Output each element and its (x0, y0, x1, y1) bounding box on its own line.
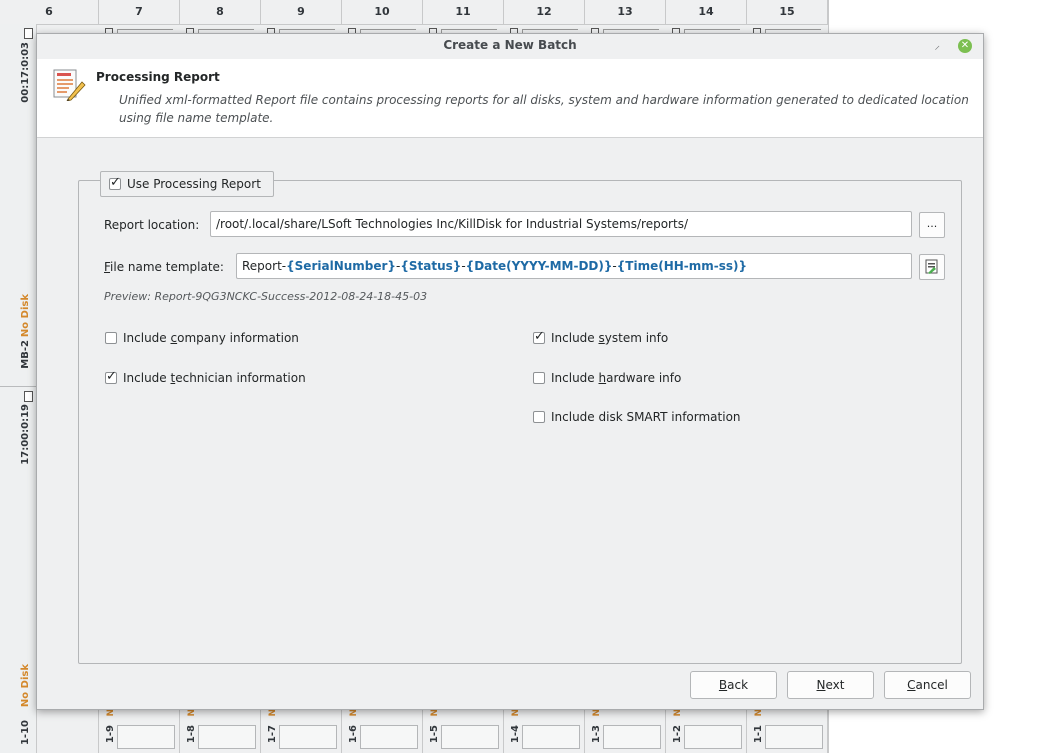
disk-cell[interactable]: N 1-9 (99, 705, 180, 753)
label-text: ile name template: (110, 260, 224, 274)
template-token: {Date(YYYY-MM-DD)} (465, 259, 613, 273)
disk-status: N (673, 709, 683, 717)
template-edit-icon (925, 259, 938, 274)
disk-cell[interactable]: N 1-3 (585, 705, 666, 753)
checkbox-unchecked[interactable] (533, 411, 545, 423)
disk-status: N (106, 709, 116, 717)
disk-icon (24, 28, 33, 39)
use-processing-report-checkbox[interactable]: Use Processing Report (100, 171, 274, 197)
column-number: 8 (180, 0, 261, 24)
dialog-title: Create a New Batch (443, 38, 577, 52)
header-title: Processing Report (96, 70, 220, 84)
checkbox-checked[interactable] (105, 369, 117, 384)
disk-status: N (430, 709, 440, 717)
cancel-button[interactable]: Cancel (884, 671, 971, 699)
disk-timer: 17:00:0:19 (20, 404, 31, 465)
disk-cell[interactable]: N 1-4 (504, 705, 585, 753)
disk-cell[interactable]: N 1-8 (180, 705, 261, 753)
disk-cell[interactable]: N 1-1 (747, 705, 828, 753)
include-company-info-checkbox[interactable]: Include company information (105, 331, 299, 345)
disk-timer: 00:17:0:03 (20, 42, 31, 103)
disk-slot-label: 1-9 (105, 725, 116, 744)
disk-status: N (268, 709, 278, 717)
disk-cell[interactable]: N 1-7 (261, 705, 342, 753)
template-token: {Time(HH-mm-ss)} (616, 259, 748, 273)
disk-status: No Disk (20, 294, 31, 338)
divider (0, 386, 36, 387)
checkbox-label: Include company information (123, 331, 299, 345)
close-icon[interactable]: ✕ (958, 39, 972, 53)
column-header: 6 7 8 9 10 11 12 13 14 15 (0, 0, 828, 25)
disk-cell[interactable]: N 1-6 (342, 705, 423, 753)
include-disk-smart-checkbox[interactable]: Include disk SMART information (533, 410, 741, 424)
disk-cell[interactable] (36, 705, 99, 753)
template-prefix: Report (242, 259, 282, 273)
checkbox-unchecked[interactable] (533, 372, 545, 384)
disk-status: N (187, 709, 197, 717)
back-button[interactable]: Back (690, 671, 777, 699)
disk-slot-label: 1-1 (753, 725, 764, 744)
checkbox-label: Include system info (551, 331, 669, 345)
file-name-template-label: File name template: (104, 260, 224, 274)
column-number: 12 (504, 0, 585, 24)
disk-status: N (592, 709, 602, 717)
template-preview: Preview: Report-9QG3NCKC-Success-2012-08… (104, 290, 428, 303)
disk-slot-label: MB-2 (20, 340, 31, 369)
disk-slot-label: 1-2 (672, 725, 683, 744)
disk-status: N (349, 709, 359, 717)
disk-slot-label: 1-7 (267, 725, 278, 744)
disk-slot-label: 1-10 (20, 720, 31, 746)
column-number: 13 (585, 0, 666, 24)
template-token: {SerialNumber} (286, 259, 396, 273)
disk-status: No Disk (20, 664, 31, 708)
column-number: 14 (666, 0, 747, 24)
include-technician-info-checkbox[interactable]: Include technician information (105, 369, 306, 385)
report-location-input[interactable]: /root/.local/share/LSoft Technologies In… (210, 211, 912, 237)
browse-button[interactable]: ... (919, 212, 945, 238)
include-hardware-info-checkbox[interactable]: Include hardware info (533, 371, 681, 385)
checkbox-label: Include technician information (123, 371, 306, 385)
disk-status: N (754, 709, 764, 717)
disk-status: N (511, 709, 521, 717)
report-document-icon (53, 69, 86, 101)
checkbox-label: Include hardware info (551, 371, 682, 385)
column-number: 11 (423, 0, 504, 24)
bottom-disk-row: N 1-9 N 1-8 N 1-7 N 1-6 N 1-5 N 1-4 N 1-3 N 1-2 … (36, 705, 828, 753)
template-editor-button[interactable] (919, 254, 945, 280)
disk-icon (24, 391, 33, 402)
header-description: Unified xml-formatted Report file contai… (119, 93, 969, 125)
report-location-label: Report location: (104, 218, 200, 232)
checkbox-checked[interactable] (533, 329, 545, 344)
column-number: 10 (342, 0, 423, 24)
column-number: 15 (747, 0, 828, 24)
checkbox-checked[interactable] (109, 175, 121, 190)
left-disk-strip: 00:17:0:03 No Disk MB-2 17:00:0:19 No Di… (0, 24, 37, 753)
column-number: 6 (0, 0, 99, 24)
checkbox-unchecked[interactable] (105, 332, 117, 344)
include-system-info-checkbox[interactable]: Include system info (533, 329, 669, 345)
dialog-titlebar[interactable]: Create a New Batch ⸝ ✕ (37, 34, 983, 60)
pin-icon[interactable]: ⸝ (935, 38, 941, 53)
wizard-header: Processing Report Unified xml-formatted … (37, 59, 983, 138)
column-number: 9 (261, 0, 342, 24)
disk-cell[interactable]: N 1-5 (423, 705, 504, 753)
checkbox-label: Use Processing Report (127, 177, 261, 191)
column-number: 7 (99, 0, 180, 24)
disk-cell[interactable]: N 1-2 (666, 705, 747, 753)
create-batch-dialog: Create a New Batch ⸝ ✕ Processing Report… (36, 33, 984, 710)
next-button[interactable]: Next (787, 671, 874, 699)
disk-slot-label: 1-6 (348, 725, 359, 744)
disk-slot-label: 1-8 (186, 725, 197, 744)
disk-slot-label: 1-4 (510, 725, 521, 744)
file-name-template-input[interactable]: Report-{SerialNumber}-{Status}-{Date(YYY… (236, 253, 912, 279)
disk-slot-label: 1-3 (591, 725, 602, 744)
checkbox-label: Include disk SMART information (551, 410, 741, 424)
template-token: {Status} (400, 259, 462, 273)
disk-slot-label: 1-5 (429, 725, 440, 744)
